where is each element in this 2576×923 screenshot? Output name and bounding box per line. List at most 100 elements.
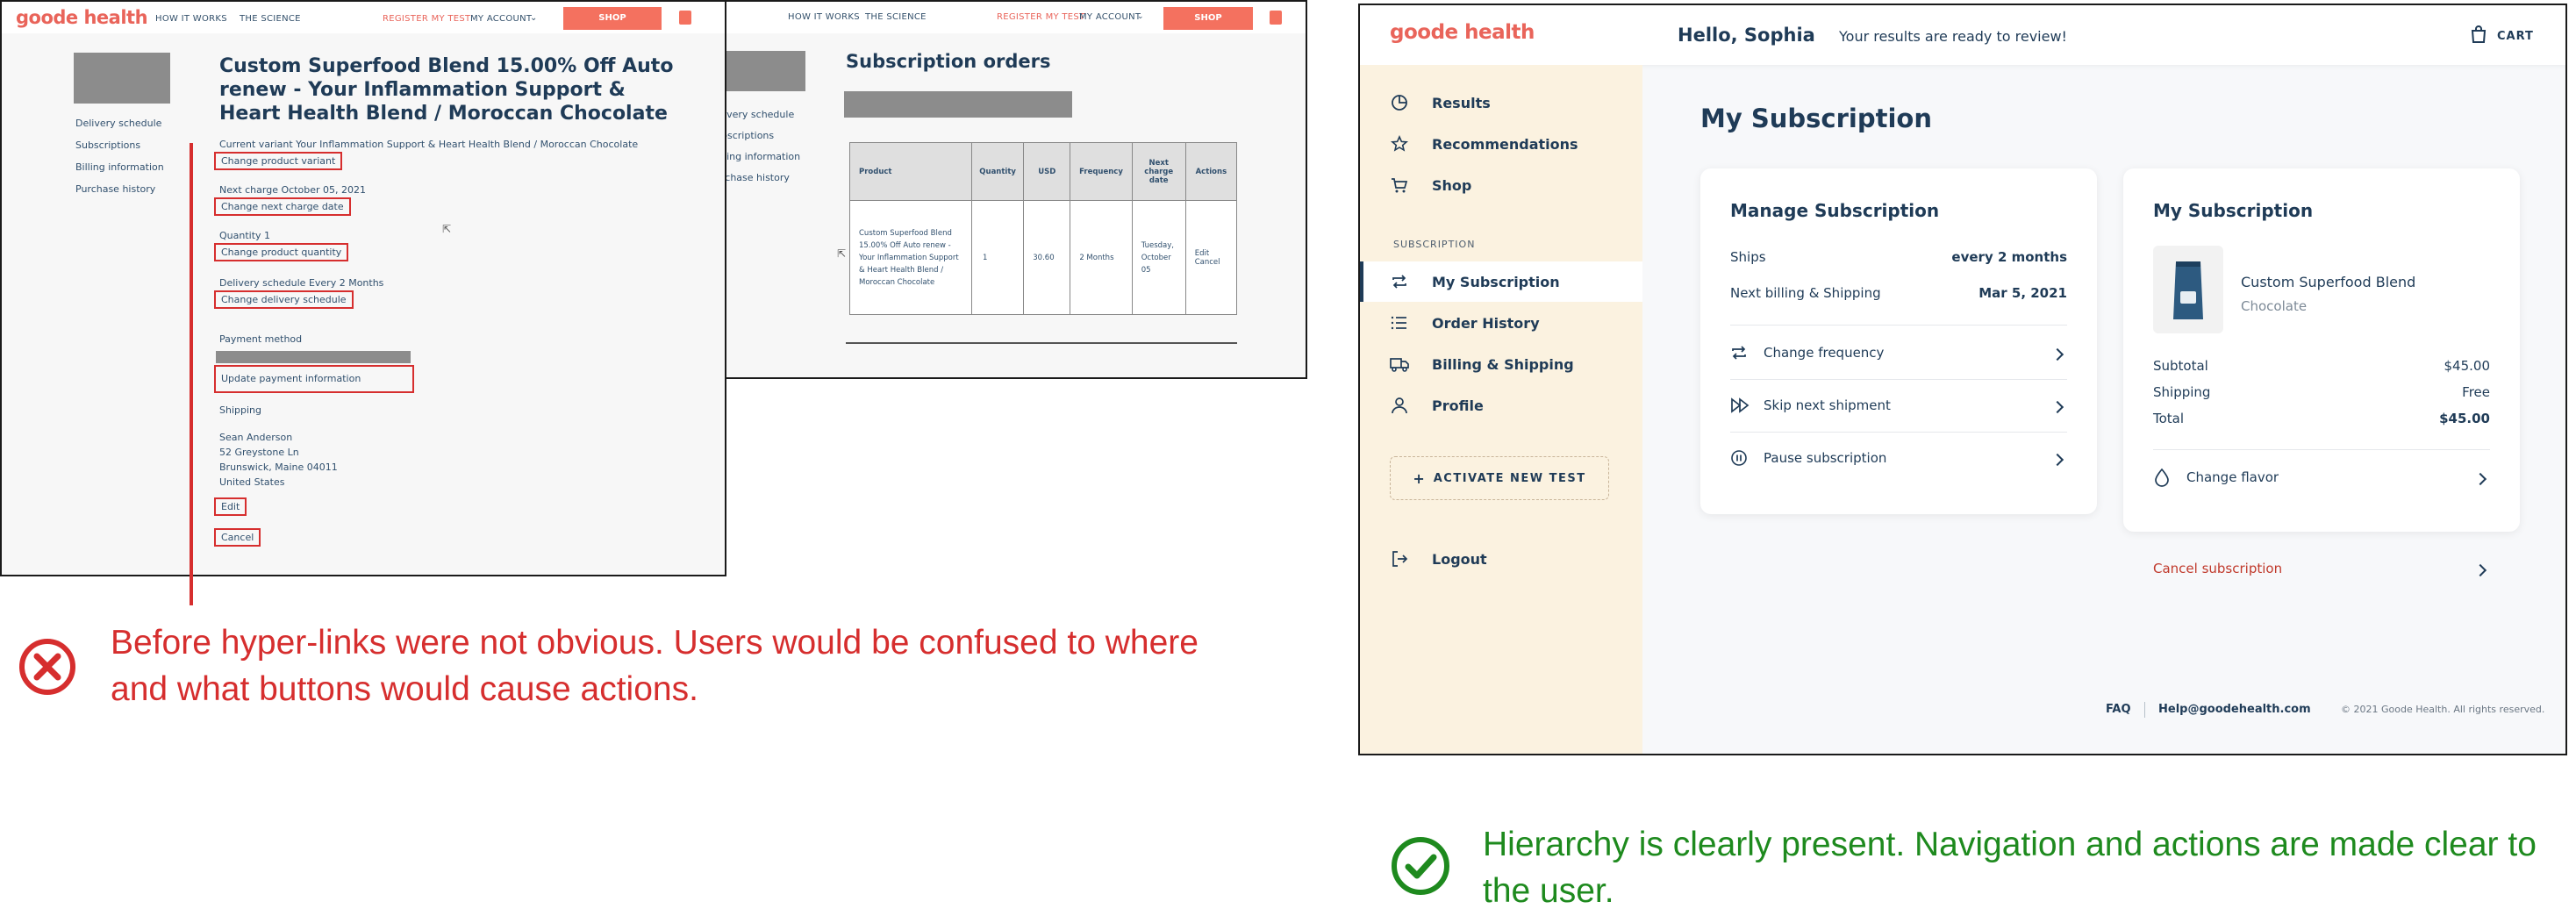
quantity: Quantity 1 [219,230,271,241]
total-value: $45.00 [2439,411,2490,426]
change-quantity-link[interactable]: Change product quantity [214,243,349,261]
col-quantity: Quantity [970,142,1025,201]
sidebar-item-shop[interactable]: Shop [1360,165,1641,205]
shop-button[interactable]: SHOP [563,7,662,30]
update-payment-link[interactable]: Update payment information [214,365,414,393]
check-icon [1390,835,1451,897]
user-icon [1390,396,1409,415]
subtotal-value: $45.00 [2444,358,2491,374]
old-caption: Before hyper-links were not obvious. Use… [111,624,1199,708]
sidebar-item-recommendations[interactable]: Recommendations [1360,124,1641,164]
shopping-cart-icon [1390,175,1409,195]
sidebar-item-billing[interactable]: lling information [721,151,800,162]
faq-link[interactable]: FAQ [2106,703,2131,716]
nav-the-science[interactable]: THE SCIENCE [240,14,301,24]
header: goode health Hello, Sophia Your results … [1360,5,2565,65]
bag-icon[interactable] [1270,11,1282,25]
nav-the-science[interactable]: THE SCIENCE [865,12,927,22]
change-flavor-row[interactable]: Change flavor [2153,465,2490,491]
sidebar-item-billing[interactable]: Billing & Shipping [1360,344,1641,384]
change-delivery-link[interactable]: Change delivery schedule [214,290,354,309]
change-variant-link[interactable]: Change product variant [214,152,343,170]
footer-divider [2144,702,2145,718]
next-billing-value: Mar 5, 2021 [1979,285,2067,301]
pause-subscription-label: Pause subscription [1764,450,1887,466]
product-image-placeholder [74,53,170,104]
sidebar-item-subscriptions[interactable]: Subscriptions [75,140,140,151]
cart-icon[interactable] [2469,25,2488,47]
shop-button[interactable]: SHOP [1163,7,1253,30]
shipping-label: Shipping [219,404,261,416]
change-frequency-row[interactable]: Change frequency [1730,340,2067,367]
page-title: My Subscription [1700,104,1932,133]
cancel-link[interactable]: Cancel [214,528,261,547]
divider [846,342,1237,344]
register-link[interactable]: REGISTER MY TEST [997,12,1084,22]
divider [1730,432,2067,433]
nav-how-it-works[interactable]: HOW IT WORKS [788,12,860,22]
cursor-icon: ⇱ [442,223,452,235]
skip-shipment-row[interactable]: Skip next shipment [1730,393,2067,419]
register-link[interactable]: REGISTER MY TEST [383,14,470,24]
pie-chart-icon [1390,93,1409,112]
sidebar-item-delivery[interactable]: livery schedule [721,109,794,120]
new-subscription-screenshot: goode health Hello, Sophia Your results … [1358,4,2567,755]
sidebar-item-order-history[interactable]: Order History [1360,303,1641,343]
logout-icon [1390,549,1409,569]
sidebar-item-profile[interactable]: Profile [1360,385,1641,426]
chevron-right-icon [2473,472,2487,486]
nav-how-it-works[interactable]: HOW IT WORKS [155,14,227,24]
cell-usd: 30.60 [1023,200,1071,315]
divider [1730,325,2067,326]
sidebar-item-purchase[interactable]: Purchase history [75,183,155,195]
cell-next-charge: Tuesday, October 05 [1131,200,1186,315]
chevron-right-icon [2050,347,2064,361]
col-product: Product [849,142,972,201]
payment-label: Payment method [219,333,303,345]
activate-test-button[interactable]: + ACTIVATE NEW TEST [1390,456,1609,500]
repeat-icon [1390,272,1409,291]
orders-table: Product Quantity USD Frequency Next char… [849,142,1238,315]
sidebar-item-billing[interactable]: Billing information [75,161,164,173]
sidebar-item-results[interactable]: Results [1360,82,1641,123]
sidebar-item-subscriptions[interactable]: bscriptions [721,130,774,141]
change-charge-link[interactable]: Change next charge date [214,197,351,216]
product-thumbnail [2153,246,2223,333]
cart-label[interactable]: CART [2497,30,2534,43]
list-icon [1390,313,1409,333]
cell-quantity: 1 [970,200,1025,315]
edit-link[interactable]: Edit [1195,249,1227,258]
sidebar-item-label: Results [1432,94,1491,111]
address-country: United States [219,476,285,488]
change-flavor-label: Change flavor [2186,469,2279,485]
address-city: Brunswick, Maine 04011 [219,462,338,473]
greeting: Hello, Sophia [1678,25,1815,46]
product-pouch-icon [2173,261,2203,319]
card-title: My Subscription [2153,200,2314,221]
cancel-link[interactable]: Cancel [1195,258,1227,267]
edit-address-link[interactable]: Edit [214,497,247,516]
sidebar-item-delivery[interactable]: Delivery schedule [75,118,161,129]
error-icon [18,637,77,697]
sidebar-item-purchase[interactable]: rchase history [721,172,790,183]
cancel-subscription-row[interactable]: Cancel subscription [2153,556,2490,583]
logo[interactable]: goode health [16,7,148,28]
col-usd: USD [1023,142,1071,201]
shipping-value: Free [2462,384,2490,400]
sidebar-item-logout[interactable]: Logout [1360,539,1641,579]
copyright: © 2021 Goode Health. All rights reserved… [2341,704,2545,715]
redacted-block [844,91,1072,118]
sidebar: Results Recommendations Shop SUBSCRIPTIO… [1360,65,1642,754]
sidebar-item-my-subscription[interactable]: My Subscription [1360,261,1642,302]
cell-actions: Edit Cancel [1184,200,1238,315]
chevron-down-icon: ⌄ [1137,12,1144,21]
pause-subscription-row[interactable]: Pause subscription [1730,446,2067,472]
current-variant: Current variant Your Inflammation Suppor… [219,139,639,150]
my-account-menu[interactable]: MY ACCOUNT [470,14,532,24]
bag-icon[interactable] [679,11,691,25]
logo[interactable]: goode health [1390,21,1535,44]
results-message[interactable]: Your results are ready to review! [1839,28,2067,45]
chevron-right-icon [2050,453,2064,467]
my-account-menu[interactable]: MY ACCOUNT [1079,12,1141,22]
help-email-link[interactable]: Help@goodehealth.com [2158,703,2311,716]
